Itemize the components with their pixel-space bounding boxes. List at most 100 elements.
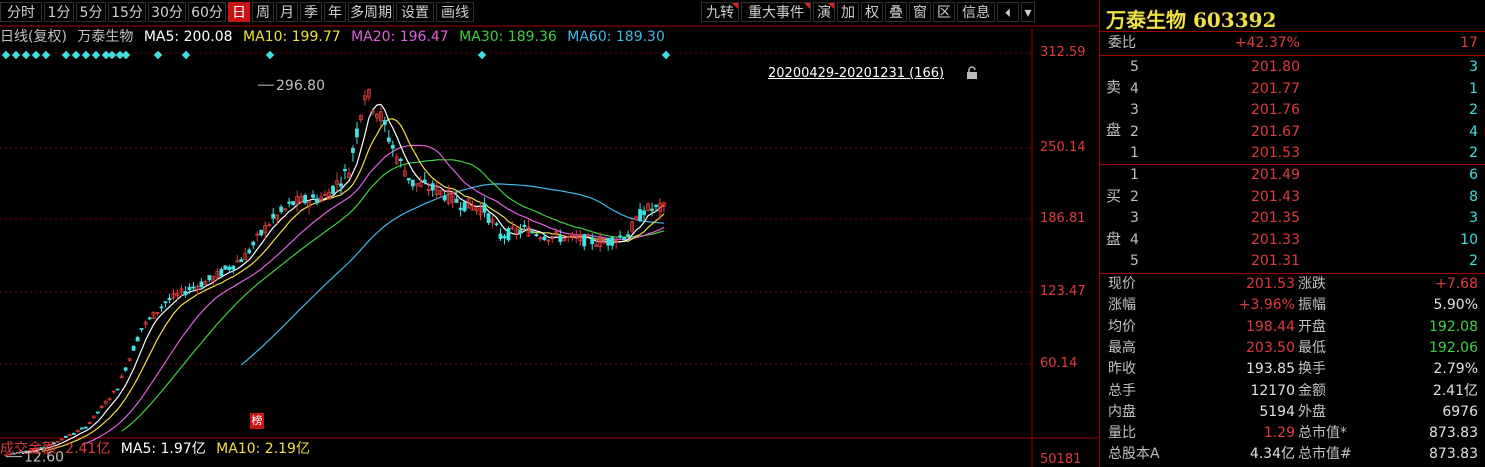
weibi-volume: 17 bbox=[1460, 35, 1478, 51]
buy-price: 201.33 bbox=[1251, 231, 1300, 248]
right-tab-窗[interactable]: 窗 bbox=[909, 2, 931, 22]
candle-body bbox=[311, 194, 315, 198]
candle-body bbox=[303, 194, 307, 204]
kline-chart-area[interactable]: 296.80 12.60 分时 1分 5分 15分 30分 60分日周月季年多周期 设置 画线九… bbox=[0, 0, 1098, 467]
collapse-arrow-icon[interactable]: ⏴ bbox=[997, 2, 1019, 22]
ma10-line bbox=[41, 118, 665, 452]
quote-value: +3.96% bbox=[1238, 297, 1295, 314]
right-tab-叠[interactable]: 叠 bbox=[885, 2, 907, 22]
sell-level-row[interactable]: 4 201.77 1 bbox=[1100, 79, 1485, 100]
right-tab-区[interactable]: 区 bbox=[933, 2, 955, 22]
right-tab-权[interactable]: 权 bbox=[861, 2, 883, 22]
quote-value: 4.34亿 bbox=[1249, 446, 1295, 463]
ma30-value: MA30: 189.36 bbox=[459, 29, 557, 45]
candle-body bbox=[430, 183, 435, 191]
candle-body bbox=[498, 233, 503, 239]
signal-diamond-icon bbox=[265, 50, 275, 60]
sell-level-row[interactable]: 1 201.53 2 bbox=[1100, 143, 1485, 164]
signal-diamond-icon bbox=[31, 50, 41, 60]
ma20-value: MA20: 196.47 bbox=[351, 29, 449, 45]
candle-body bbox=[207, 275, 212, 281]
right-tab-演[interactable]: 演 bbox=[813, 2, 835, 22]
tab-多周期[interactable]: 多周期 bbox=[348, 2, 394, 22]
candle-body bbox=[530, 231, 535, 234]
volume-ma10: MA10: 2.19亿 bbox=[216, 441, 310, 457]
right-tab-加[interactable]: 加 bbox=[837, 2, 859, 22]
stock-title: 万泰生物 603392 bbox=[1106, 8, 1277, 32]
candle-body bbox=[191, 286, 196, 289]
candle-body bbox=[123, 367, 128, 371]
tab-周[interactable]: 周 bbox=[252, 2, 274, 22]
candle-body bbox=[251, 241, 256, 246]
buy-level-row[interactable]: 1 201.49 6 bbox=[1100, 165, 1485, 186]
ma5-value: MA5: 200.08 bbox=[143, 29, 233, 45]
quote-row: 总股本A 4.34亿 总市值# 873.83 bbox=[1100, 444, 1485, 465]
event-mark-icon bbox=[732, 3, 738, 9]
buy-volume: 6 bbox=[1469, 167, 1478, 183]
quote-row: 量比 1.29 总市值* 873.83 bbox=[1100, 423, 1485, 444]
tab-分时[interactable]: 分时 bbox=[0, 2, 42, 22]
tab-15分[interactable]: 15分 bbox=[108, 2, 146, 22]
candle-body bbox=[582, 234, 587, 247]
date-range-label[interactable]: 20200429-20201231 (166) bbox=[768, 66, 944, 81]
sell-level-row[interactable]: 5 201.80 3 bbox=[1100, 57, 1485, 78]
buy-level-row[interactable]: 4 201.33 10 bbox=[1100, 230, 1485, 251]
candle-body bbox=[231, 265, 236, 270]
tab-日[interactable]: 日 bbox=[228, 2, 250, 22]
tab-画线[interactable]: 画线 bbox=[436, 2, 474, 22]
quote-label: 振幅 bbox=[1298, 297, 1326, 314]
quote-label: 最高 bbox=[1108, 339, 1136, 356]
signal-diamond-icon bbox=[181, 50, 191, 60]
signal-diamond-icon bbox=[81, 50, 91, 60]
quote-value: 6976 bbox=[1442, 403, 1478, 420]
candle-body bbox=[219, 268, 224, 277]
price-axis-label: 123.47 bbox=[1040, 284, 1086, 299]
buy-volume: 10 bbox=[1460, 231, 1478, 248]
quote-label: 内盘 bbox=[1108, 403, 1136, 420]
ma30-line bbox=[121, 159, 665, 432]
candle-body bbox=[187, 286, 192, 291]
candle-body bbox=[223, 265, 228, 270]
buy-level-number: 4 bbox=[1130, 231, 1139, 248]
quote-panel: 万泰生物 603392 委比 +42.37% 17 卖盘 5 201.80 3 4 201.77… bbox=[1099, 0, 1485, 467]
signal-diamond-icon bbox=[41, 50, 51, 60]
lock-icon[interactable] bbox=[966, 66, 978, 84]
tab-月[interactable]: 月 bbox=[276, 2, 298, 22]
candle-body bbox=[139, 328, 144, 330]
quote-value: 198.44 bbox=[1246, 318, 1295, 335]
sell-volume: 2 bbox=[1469, 102, 1478, 119]
tab-设置[interactable]: 设置 bbox=[396, 2, 434, 22]
tab-60分[interactable]: 60分 bbox=[188, 2, 226, 22]
signal-diamond-icon bbox=[661, 50, 671, 60]
buy-level-row[interactable]: 2 201.43 8 bbox=[1100, 187, 1485, 208]
tab-1分[interactable]: 1分 bbox=[44, 2, 74, 22]
candle-body bbox=[610, 237, 615, 246]
candle-body bbox=[71, 433, 76, 435]
tab-5分[interactable]: 5分 bbox=[76, 2, 106, 22]
sell-level-row[interactable]: 2 201.67 4 bbox=[1100, 122, 1485, 143]
tab-季[interactable]: 季 bbox=[300, 2, 322, 22]
right-tab-九转[interactable]: 九转 bbox=[701, 2, 739, 22]
candle-body bbox=[382, 120, 387, 125]
tab-年[interactable]: 年 bbox=[324, 2, 346, 22]
panel-divider bbox=[1100, 55, 1485, 56]
right-tab-信息[interactable]: 信息 bbox=[957, 2, 995, 22]
sell-level-row[interactable]: 3 201.76 2 bbox=[1100, 100, 1485, 121]
candle-body bbox=[63, 435, 68, 438]
candle-body bbox=[287, 201, 292, 204]
tab-30分[interactable]: 30分 bbox=[148, 2, 186, 22]
signal-diamond-icon bbox=[11, 50, 21, 60]
quote-row: 均价 198.44 开盘 192.08 bbox=[1100, 317, 1485, 338]
right-tab-重大事件[interactable]: 重大事件 bbox=[741, 2, 811, 22]
price-axis-label: 60.14 bbox=[1040, 356, 1078, 371]
right-tab-label: 重大事件 bbox=[748, 5, 804, 21]
buy-price: 201.43 bbox=[1251, 188, 1300, 205]
quote-label: 总市值# bbox=[1298, 446, 1352, 463]
candle-body bbox=[131, 345, 136, 351]
quote-label: 涨幅 bbox=[1108, 297, 1136, 314]
quote-label: 开盘 bbox=[1298, 318, 1326, 335]
buy-level-row[interactable]: 5 201.31 2 bbox=[1100, 251, 1485, 272]
buy-level-row[interactable]: 3 201.35 3 bbox=[1100, 208, 1485, 229]
quote-label: 总手 bbox=[1108, 382, 1136, 399]
ranking-badge[interactable]: 榜 bbox=[250, 413, 264, 429]
